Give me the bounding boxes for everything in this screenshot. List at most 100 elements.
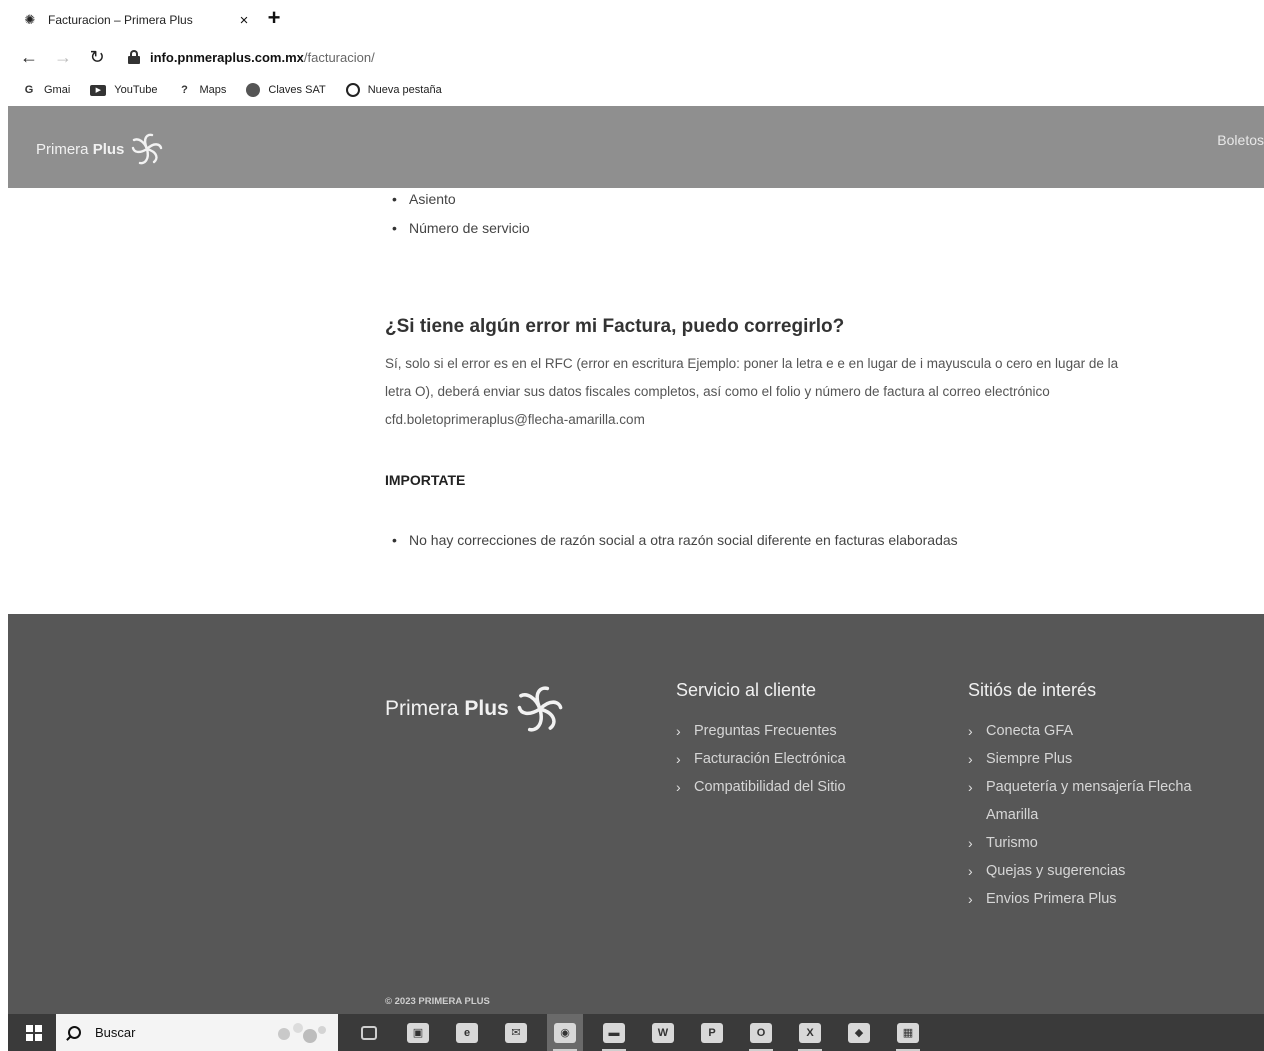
gmail-icon: G — [24, 84, 34, 96]
url-path: /facturacion/ — [303, 49, 375, 65]
tab-title: Facturacion – Primera Plus — [48, 13, 193, 27]
word-icon: W — [652, 1022, 674, 1043]
search-highlight-illustration-icon — [278, 1023, 326, 1043]
footer-link-label: Turismo — [986, 835, 1038, 851]
primera-plus-swirl-icon — [517, 686, 563, 732]
taskbar-search-box[interactable]: Buscar — [56, 1014, 338, 1051]
bookmark-label: YouTube — [114, 84, 158, 96]
chevron-right-icon: › — [968, 723, 973, 739]
bookmark-label: Nueva pestaña — [367, 84, 442, 96]
footer-link-quejas[interactable]: › Quejas y sugerencias — [968, 857, 1218, 885]
excel-icon: X — [799, 1022, 821, 1043]
logo-text: Primera Plus — [36, 141, 124, 158]
calculator-icon: ▦ — [897, 1022, 919, 1043]
taskbar-app-outlook[interactable]: O — [743, 1014, 779, 1051]
copyright: © 2023 PRIMERA PLUS — [385, 996, 490, 1007]
taskbar-app-excel[interactable]: X — [792, 1014, 828, 1051]
footer-link-facturacion[interactable]: › Facturación Electrónica — [676, 745, 936, 773]
chevron-right-icon: › — [968, 751, 973, 767]
taskbar-app-store[interactable]: ▣ — [400, 1014, 436, 1051]
bookmark-nueva-pestana[interactable]: Nueva pestaña — [345, 83, 442, 97]
required-data-list: Asiento Número de servicio — [385, 188, 1145, 246]
globe-icon — [345, 83, 360, 97]
header-logo[interactable]: Primera Plus — [36, 132, 164, 166]
logo-word-2: Plus — [92, 140, 125, 158]
store-icon: ▣ — [407, 1022, 429, 1043]
chevron-right-icon: › — [676, 751, 681, 767]
logo-word-1: Primera — [36, 140, 89, 158]
bookmark-gmail[interactable]: G Gmai — [22, 83, 71, 97]
site-footer: Primera Plus Servicio al cliente › Pregun… — [8, 614, 1264, 1014]
faq-answer: Sí, solo si el error es en el RFC (error… — [385, 356, 1119, 427]
site-header: Primera Plus Boletos — [8, 106, 1264, 188]
taskbar-app-mail[interactable]: ✉ — [498, 1014, 534, 1051]
logo-text: Primera Plus — [385, 697, 509, 721]
reload-icon[interactable]: ↻ — [84, 47, 110, 68]
bookmark-youtube[interactable]: ▶ YouTube — [90, 84, 158, 96]
taskbar-app-generic[interactable]: ◆ — [841, 1014, 877, 1051]
footer-link-preguntas[interactable]: › Preguntas Frecuentes — [676, 717, 936, 745]
footer-link-paqueteria[interactable]: › Paquetería y mensajería Flecha Amarilla — [968, 773, 1218, 829]
list-item: No hay correcciones de razón social a ot… — [385, 530, 958, 550]
bookmark-dot-icon — [246, 83, 261, 97]
chevron-right-icon: › — [968, 835, 973, 851]
footer-link-label: Conecta GFA — [986, 723, 1074, 739]
bookmark-claves-sat[interactable]: Claves SAT — [246, 83, 326, 97]
tab-close-icon[interactable]: × — [236, 12, 252, 29]
taskbar-app-calculator[interactable]: ▦ — [890, 1014, 926, 1051]
list-item: Número de servicio — [385, 217, 1145, 246]
task-view-button[interactable] — [351, 1014, 387, 1051]
footer-link-label: Envios Primera Plus — [986, 891, 1117, 907]
chevron-right-icon: › — [676, 779, 681, 795]
forward-arrow-icon[interactable]: → — [50, 47, 76, 68]
footer-link-label: Siempre Plus — [986, 751, 1073, 767]
footer-link-label: Facturación Electrónica — [694, 751, 846, 767]
address-bar[interactable]: info.pnmeraplus.com.mx/facturacion/ — [150, 50, 375, 65]
footer-link-conecta-gfa[interactable]: › Conecta GFA — [968, 717, 1218, 745]
footer-column-title: Servicio al cliente — [676, 680, 817, 700]
chrome-icon: ◉ — [554, 1022, 576, 1043]
footer-column-sitios: Sitiós de interés › Conecta GFA › Siempre … — [968, 680, 1218, 913]
lock-icon[interactable] — [128, 50, 140, 64]
footer-column-title: Sitiós de interés — [968, 680, 1097, 700]
outlook-icon: O — [750, 1022, 772, 1043]
faq-question: ¿Si tiene algún error mi Factura, puedo … — [385, 316, 845, 337]
primera-plus-swirl-icon — [132, 133, 163, 165]
footer-link-compatibilidad[interactable]: › Compatibilidad del Sitio — [676, 773, 936, 801]
windows-start-icon[interactable] — [18, 1017, 50, 1049]
new-tab-button[interactable]: + — [264, 6, 284, 30]
chevron-right-icon: › — [968, 779, 973, 795]
browser-nav-bar: ← → ↻ info.pnmeraplus.com.mx/facturacion… — [0, 40, 1264, 74]
taskbar-app-powerpoint[interactable]: P — [694, 1014, 730, 1051]
app-icon: ◆ — [848, 1022, 870, 1043]
browser-tab[interactable]: ✺ Facturacion – Primera Plus × — [22, 8, 252, 32]
chevron-right-icon: › — [968, 863, 973, 879]
back-arrow-icon[interactable]: ← — [16, 47, 42, 68]
footer-link-turismo[interactable]: › Turismo — [968, 829, 1218, 857]
footer-link-label: Preguntas Frecuentes — [694, 723, 837, 739]
footer-link-siempre-plus[interactable]: › Siempre Plus — [968, 745, 1218, 773]
footer-column-servicio: Servicio al cliente › Preguntas Frecuente… — [676, 680, 936, 801]
task-view-icon — [361, 1025, 377, 1040]
logo-word-1: Primera — [385, 697, 459, 720]
footer-link-label: Compatibilidad del Sitio — [694, 779, 846, 795]
faq-content: Asiento Número de servicio ¿Si tiene alg… — [385, 188, 1145, 550]
search-icon — [68, 1026, 81, 1039]
taskbar-app-explorer[interactable]: ▬ — [596, 1014, 632, 1051]
bookmark-maps[interactable]: ? Maps — [178, 83, 227, 97]
footer-link-envios[interactable]: › Envios Primera Plus — [968, 885, 1218, 913]
search-placeholder: Buscar — [95, 1025, 136, 1040]
taskbar-app-word[interactable]: W — [645, 1014, 681, 1051]
logo-word-2: Plus — [464, 697, 509, 720]
maps-icon: ? — [181, 84, 188, 96]
mail-icon: ✉ — [505, 1022, 527, 1043]
nav-link-boletos[interactable]: Boletos — [1217, 132, 1264, 148]
youtube-icon: ▶ — [90, 84, 107, 96]
windows-taskbar: Buscar ▣ e ✉ ◉ ▬ W P O X ◆ ▦ — [8, 1014, 1264, 1051]
taskbar-app-chrome[interactable]: ◉ — [547, 1014, 583, 1051]
taskbar-app-edge[interactable]: e — [449, 1014, 485, 1051]
footer-link-label: Quejas y sugerencias — [986, 863, 1126, 879]
footer-link-label: Paquetería y mensajería Flecha Amarilla — [986, 779, 1192, 823]
bookmark-label: Maps — [199, 84, 227, 96]
footer-logo[interactable]: Primera Plus — [385, 684, 565, 734]
